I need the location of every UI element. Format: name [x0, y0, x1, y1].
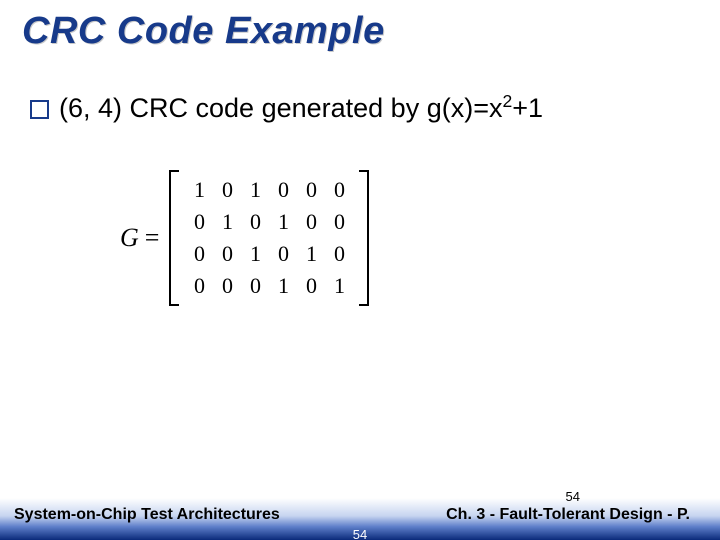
bullet-square-icon [30, 100, 49, 119]
slide: CRC Code Example (6, 4) CRC code generat… [0, 0, 720, 540]
matrix-cell: 1 [334, 273, 345, 299]
slide-title: CRC Code Example [22, 10, 385, 53]
page-number-bottom: 54 [353, 527, 367, 540]
matrix-cell: 0 [222, 177, 233, 203]
matrix-cell: 0 [222, 273, 233, 299]
bullet-superscript: 2 [502, 91, 512, 111]
bullet-item: (6, 4) CRC code generated by g(x)=x2+1 [30, 92, 543, 126]
matrix-label: G [120, 223, 139, 253]
matrix-cell: 0 [250, 273, 261, 299]
matrix-cell: 0 [334, 241, 345, 267]
matrix-cell: 0 [278, 241, 289, 267]
matrix-cell: 1 [250, 241, 261, 267]
bullet-prefix: (6, 4) [59, 93, 122, 123]
matrix-cell: 1 [278, 273, 289, 299]
matrix-equation: G = 1 0 1 0 0 0 0 1 0 1 0 0 0 0 1 0 1 [120, 170, 369, 306]
matrix-cell: 1 [194, 177, 205, 203]
page-number-top: 54 [566, 489, 580, 504]
matrix-cell: 0 [306, 273, 317, 299]
matrix-cell: 0 [278, 177, 289, 203]
bullet-main: CRC code generated by g(x)=x [122, 93, 502, 123]
matrix-cell: 0 [194, 241, 205, 267]
matrix: 1 0 1 0 0 0 0 1 0 1 0 0 0 0 1 0 1 0 0 0 [169, 170, 369, 306]
bullet-text: (6, 4) CRC code generated by g(x)=x2+1 [59, 92, 543, 126]
matrix-cell: 0 [306, 177, 317, 203]
matrix-cell: 1 [306, 241, 317, 267]
matrix-cell: 0 [334, 209, 345, 235]
matrix-cell: 1 [222, 209, 233, 235]
matrix-cell: 0 [194, 209, 205, 235]
matrix-cell: 1 [250, 177, 261, 203]
matrix-cell: 0 [222, 241, 233, 267]
right-bracket-icon [359, 170, 369, 306]
equals-sign: = [145, 223, 160, 253]
bullet-suffix: +1 [512, 93, 543, 123]
left-bracket-icon [169, 170, 179, 306]
matrix-cell: 0 [194, 273, 205, 299]
matrix-cell: 0 [250, 209, 261, 235]
footer-left-text: System-on-Chip Test Architectures [14, 506, 280, 524]
matrix-cell: 0 [306, 209, 317, 235]
matrix-cell: 1 [278, 209, 289, 235]
footer-right-text: Ch. 3 - Fault-Tolerant Design - P. [446, 506, 690, 524]
matrix-cell: 0 [334, 177, 345, 203]
matrix-grid: 1 0 1 0 0 0 0 1 0 1 0 0 0 0 1 0 1 0 0 0 [179, 170, 359, 306]
